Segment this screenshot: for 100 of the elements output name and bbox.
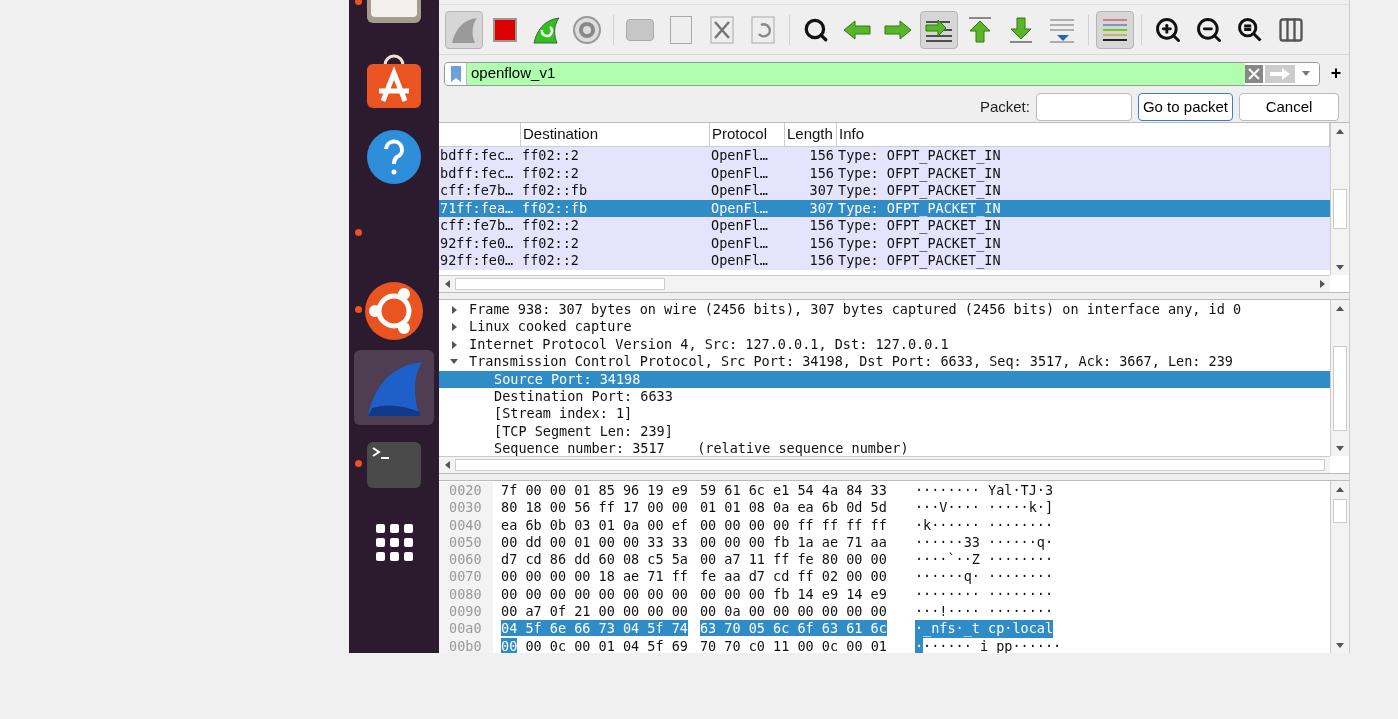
tree-row[interactable]: Sequence number: 3517 (relative sequence number) <box>439 440 1330 456</box>
packet-row[interactable]: cff:fe7b… ff02::2 OpenFl… 156 Type: OFPT_PACKET_IN <box>439 217 1330 235</box>
vertical-scrollbar[interactable] <box>1330 300 1349 456</box>
vertical-scrollbar[interactable] <box>1330 481 1349 653</box>
horizontal-scrollbar[interactable] <box>439 456 1330 473</box>
ubuntu-logo-icon[interactable] <box>364 280 424 341</box>
scroll-up-icon[interactable] <box>1336 305 1344 311</box>
colored-lines-icon[interactable] <box>1101 16 1129 43</box>
ascii-bytes: ········ Yal·TJ·3 <box>914 482 1054 500</box>
table-cell-text: bdff:fec… <box>439 147 515 165</box>
table-cell-text: 156 <box>808 234 835 252</box>
scroll-right-icon[interactable] <box>1319 280 1325 288</box>
table-cell-text: 71ff:fea… <box>439 199 515 217</box>
table-cell-text: OpenFl… <box>710 147 769 165</box>
byte-offset: 0060 <box>439 551 493 569</box>
scrollbar-thumb[interactable] <box>1333 189 1347 229</box>
packet-number-field[interactable] <box>1035 93 1132 121</box>
table-cell-text: OpenFl… <box>710 182 769 200</box>
terminal-icon[interactable] <box>367 441 421 488</box>
hex-bytes: 80 18 00 56 ff 17 00 00 <box>501 499 688 517</box>
vertical-scrollbar[interactable] <box>1330 123 1349 275</box>
cancel-button[interactable]: Cancel <box>1239 93 1339 121</box>
table-cell-text: 307 <box>808 199 835 217</box>
hex-bytes: 00 a7 11 ff fe 80 00 00 <box>699 551 887 569</box>
add-filter-button[interactable]: + <box>1328 60 1344 87</box>
table-cell-text: Type: OFPT_PACKET_IN <box>837 182 1002 200</box>
tree-row[interactable]: Frame 938: 307 bytes on wire (2456 bits), 307 bytes captured (2456 bits) on interface any, id 0 <box>439 301 1330 319</box>
hex-bytes: 00 00 0c 00 01 04 5f 69 <box>501 637 688 653</box>
column-header[interactable]: Destination <box>521 123 710 146</box>
byte-offset: 0020 <box>439 482 493 500</box>
go-to-packet-button[interactable] <box>920 10 958 49</box>
scroll-left-icon[interactable] <box>444 461 450 469</box>
filter-text: openflow_v1 <box>470 63 557 84</box>
tree-row[interactable]: Destination Port: 6633 <box>439 388 1330 406</box>
left-arrow-icon[interactable] <box>842 18 872 41</box>
tree-row[interactable]: Transmission Control Protocol, Src Port: 34198, Dst Port: 6633, Seq: 3517, Ack: 3667, Len: 239 <box>439 353 1330 371</box>
byte-offset: 00a0 <box>439 620 493 638</box>
scrollbar-thumb[interactable] <box>1333 346 1347 431</box>
table-cell-text: 92ff:fe0… <box>439 234 515 252</box>
table-cell-text: OpenFl… <box>710 199 769 217</box>
table-cell-text: cff:fe7b… <box>439 182 515 200</box>
table-cell-text: OpenFl… <box>710 252 769 270</box>
clear-icon[interactable] <box>1245 64 1263 83</box>
hex-bytes: 00 00 00 00 ff ff ff ff <box>699 516 887 534</box>
table-cell-text: ff02::fb <box>521 199 589 217</box>
horizontal-scrollbar[interactable] <box>439 275 1330 292</box>
packet-row[interactable]: bdff:fec… ff02::2 OpenFl… 156 Type: OFPT_PACKET_IN <box>439 147 1330 165</box>
scroll-left-icon[interactable] <box>444 280 450 288</box>
tree-row[interactable]: Linux cooked capture <box>439 318 1330 336</box>
table-cell-text: 307 <box>808 182 835 200</box>
scroll-down-icon[interactable] <box>1336 642 1344 648</box>
table-cell-text: Type: OFPT_PACKET_IN <box>837 217 1002 235</box>
hex-bytes: 04 5f 6e 66 73 04 5f 74 <box>501 620 688 638</box>
table-cell-text: ff02::2 <box>521 164 580 182</box>
go-to-packet-button[interactable]: Go to packet <box>1137 93 1233 121</box>
tree-row[interactable]: Source Port: 34198 <box>439 370 1330 389</box>
packet-row[interactable]: 92ff:fe0… ff02::2 OpenFl… 156 Type: OFPT_PACKET_IN <box>439 252 1330 270</box>
table-cell-text: ff02::2 <box>521 217 580 235</box>
table-cell-text: 156 <box>808 252 835 270</box>
ascii-bytes: ···V···· ·····k·] <box>914 499 1054 517</box>
tree-row[interactable]: [TCP Segment Len: 239] <box>439 422 1330 441</box>
byte-offset: 0090 <box>439 603 493 621</box>
colorize-button[interactable] <box>1096 10 1134 49</box>
hex-bytes: 59 61 6c e1 54 4a 84 33 <box>699 482 887 500</box>
table-cell-text: ff02::fb <box>521 182 589 200</box>
scroll-up-icon[interactable] <box>1336 486 1344 492</box>
scroll-up-icon[interactable] <box>1336 128 1344 134</box>
table-cell-text: ff02::2 <box>521 252 580 270</box>
right-arrow-icon[interactable] <box>883 18 913 41</box>
scroll-down-icon[interactable] <box>1336 445 1344 451</box>
hex-bytes: 63 70 05 6c 6f 63 61 6c <box>699 620 887 638</box>
tree-row[interactable]: [Stream index: 1] <box>439 405 1330 423</box>
hex-bytes: 00 00 00 fb 14 e9 14 e9 <box>699 585 887 604</box>
ascii-bytes: ······33 ······q· <box>914 533 1054 552</box>
scrollbar-thumb[interactable] <box>455 278 665 290</box>
scroll-down-icon[interactable] <box>1336 264 1344 270</box>
hex-bytes: 7f 00 00 01 85 96 19 e9 <box>501 482 688 500</box>
display-filter-field[interactable]: openflow_v1 <box>444 61 1320 86</box>
column-header[interactable]: Length <box>785 123 837 146</box>
column-header[interactable]: Protocol <box>710 123 785 146</box>
hex-bytes: 00 00 00 00 00 00 00 00 <box>501 585 688 604</box>
table-cell-text: 156 <box>808 217 835 235</box>
hex-bytes: 00 0a 00 00 00 00 00 00 <box>699 603 887 621</box>
packet-row[interactable]: cff:fe7b… ff02::fb OpenFl… 307 Type: OFPT_PACKET_IN <box>439 182 1330 200</box>
scrollbar-thumb[interactable] <box>455 459 1325 471</box>
hex-bytes: ea 6b 0b 03 01 0a 00 ef <box>501 516 688 534</box>
tree-row[interactable]: Internet Protocol Version 4, Src: 127.0.0.1, Dst: 127.0.0.1 <box>439 335 1330 354</box>
expanded-caret-icon[interactable] <box>450 359 458 365</box>
scrollbar-thumb[interactable] <box>1333 499 1347 523</box>
table-cell-text: OpenFl… <box>710 164 769 182</box>
bookmark-icon[interactable] <box>450 65 461 82</box>
hex-bytes: 00 a7 0f 21 00 00 00 00 <box>501 603 688 621</box>
shark-fin-button[interactable] <box>445 10 483 49</box>
table-cell-text: bdff:fec… <box>439 164 515 182</box>
ascii-bytes: ·······_i pp······ <box>914 637 1062 653</box>
table-cell-text: 156 <box>808 164 835 182</box>
table-cell-text: OpenFl… <box>710 217 769 235</box>
app-grid-icon[interactable] <box>374 521 414 562</box>
question-mark-icon[interactable] <box>366 128 422 185</box>
hex-bytes: 01 01 08 0a ea 6b 0d 5d <box>699 499 887 517</box>
